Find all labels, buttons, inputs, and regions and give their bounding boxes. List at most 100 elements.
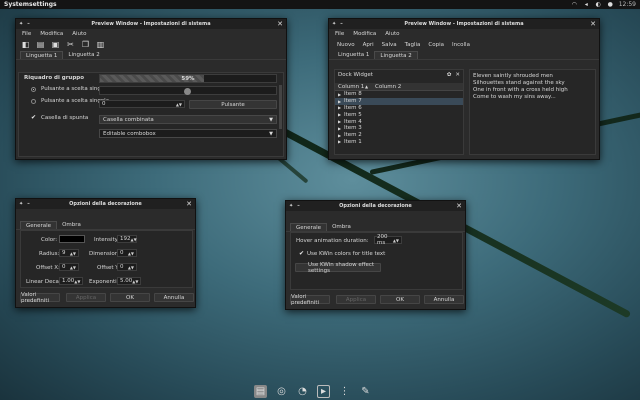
menu-edit[interactable]: Modifica — [353, 31, 376, 37]
combo-box[interactable]: Casella combinata ▼ — [99, 115, 277, 124]
close-icon[interactable]: ✕ — [172, 200, 192, 208]
copy-button[interactable]: Copia — [425, 41, 447, 49]
hover-duration-spin[interactable]: 200 ms ▲▼ — [374, 234, 402, 246]
tree-item[interactable]: ▶ Item 2 — [335, 132, 463, 139]
tree-item[interactable]: ▶ Item 6 — [335, 105, 463, 112]
slider-handle[interactable] — [184, 88, 191, 95]
dimension-spin[interactable]: 0 ▲▼ — [117, 249, 137, 257]
apply-button[interactable]: Applica — [66, 293, 106, 302]
window-menu-icon[interactable]: ✦ — [289, 203, 293, 209]
radio-button-1[interactable] — [31, 87, 36, 92]
pulsante-button[interactable]: Pulsante — [189, 100, 277, 109]
window-menu-icon[interactable]: ✦ — [19, 201, 23, 207]
kwin-shadow-toggle[interactable]: Use KWin shadow effect settings — [295, 262, 381, 274]
app-title[interactable]: Systemsettings — [4, 1, 57, 8]
wifi-icon[interactable]: ◠ — [571, 1, 578, 8]
spin-arrows-icon[interactable]: ▲▼ — [128, 265, 134, 269]
clock[interactable]: 12:59 — [619, 1, 636, 8]
tab-ombra[interactable]: Ombra — [57, 221, 86, 229]
menu-file[interactable]: File — [335, 31, 344, 37]
menu-help[interactable]: Aiuto — [72, 31, 86, 37]
window-menu-icon[interactable]: ✦ — [19, 21, 23, 27]
ok-button[interactable]: OK — [110, 293, 150, 302]
speaker-icon[interactable]: ◂ — [583, 1, 590, 8]
tree-item[interactable]: ▶ Item 1 — [335, 139, 463, 146]
cancel-button[interactable]: Annulla — [424, 295, 464, 304]
minimize-icon[interactable]: – — [27, 21, 30, 27]
minimize-icon[interactable]: – — [297, 203, 300, 209]
linear-decay-spin[interactable]: 1.00 ▲▼ — [59, 277, 83, 285]
checkbox-icon[interactable]: ✔ — [299, 251, 304, 257]
tree-item[interactable]: ▶ Item 8 — [335, 91, 463, 98]
new-button[interactable]: Nuovo — [334, 41, 358, 49]
spin-arrows-icon[interactable]: ▲▼ — [393, 238, 399, 242]
scrollbar[interactable] — [279, 85, 282, 129]
spin-arrows-icon[interactable]: ▲▼ — [70, 251, 76, 255]
ok-button[interactable]: OK — [380, 295, 420, 304]
intensity-spin[interactable]: 192 ▲▼ — [117, 235, 137, 243]
user-icon[interactable]: ● — [607, 1, 614, 8]
tree-item[interactable]: ▶ Item 5 — [335, 111, 463, 118]
new-document-icon[interactable]: ◧ — [21, 40, 30, 49]
checkbox-icon[interactable]: ✔ — [31, 115, 36, 121]
tab-generale[interactable]: Generale — [290, 223, 328, 231]
titlebar[interactable]: ✦ – Opzioni della decorazione ✕ — [16, 199, 195, 209]
tab-ombra[interactable]: Ombra — [327, 223, 356, 231]
tab-linguetta-2[interactable]: Linguetta 2 — [374, 51, 418, 59]
paste-button[interactable]: Incolla — [449, 41, 473, 49]
menu-edit[interactable]: Modifica — [40, 31, 63, 37]
defaults-button[interactable]: Valori predefiniti — [290, 294, 330, 306]
cancel-button[interactable]: Annulla — [154, 293, 194, 302]
close-icon[interactable]: ✕ — [455, 72, 460, 78]
spin-arrows-icon[interactable]: ▲▼ — [128, 251, 134, 255]
column-1-header[interactable]: Column 1 — [335, 84, 365, 90]
offset-x-spin[interactable]: 0 ▲▼ — [59, 263, 79, 271]
tab-linguetta-1[interactable]: Linguetta 1 — [20, 51, 64, 59]
paste-icon[interactable]: ▥ — [96, 40, 105, 49]
tree-item[interactable]: ▶ Item 3 — [335, 125, 463, 132]
menu-file[interactable]: File — [22, 31, 31, 37]
terminal-icon[interactable]: ▸ — [317, 384, 330, 398]
spin-arrows-icon[interactable]: ▲▼ — [74, 279, 80, 283]
float-icon[interactable]: ✿ — [447, 72, 452, 78]
column-2-header[interactable]: Column 2 — [375, 84, 401, 90]
cut-icon[interactable]: ✂ — [66, 40, 75, 49]
titlebar[interactable]: ✦ – Preview Window - Impostazioni di sist… — [16, 19, 286, 29]
titlebar[interactable]: ✦ – Opzioni della decorazione ✕ — [286, 201, 465, 211]
tab-linguetta-1[interactable]: Linguetta 1 — [333, 51, 374, 59]
copy-icon[interactable]: ❐ — [81, 40, 90, 49]
close-icon[interactable]: ✕ — [442, 202, 462, 210]
text-edit[interactable]: Eleven saintly shrouded men Silhouettes … — [469, 69, 596, 155]
close-icon[interactable]: ✕ — [263, 20, 283, 28]
minimize-icon[interactable]: – — [27, 201, 30, 207]
spin-box[interactable]: 0 ▲▼ — [99, 100, 185, 108]
files-icon[interactable]: ▤ — [254, 384, 267, 398]
save-icon[interactable]: ▣ — [51, 40, 60, 49]
tab-linguetta-2[interactable]: Linguetta 2 — [63, 51, 104, 59]
offset-y-spin[interactable]: 0 ▲▼ — [117, 263, 137, 271]
menu-help[interactable]: Aiuto — [385, 31, 399, 37]
radius-spin[interactable]: 9 ▲▼ — [59, 249, 79, 257]
power-icon[interactable]: ◐ — [595, 1, 602, 8]
spin-arrows-icon[interactable]: ▲▼ — [176, 102, 182, 106]
spin-arrows-icon[interactable]: ▲▼ — [70, 265, 76, 269]
apply-button[interactable]: Applica — [336, 295, 376, 304]
exponential-spin[interactable]: 5.00 ▲▼ — [117, 277, 141, 285]
editable-combobox[interactable]: Editable combobox ▼ — [99, 129, 277, 138]
pen-tool-icon[interactable]: ✎ — [359, 385, 372, 398]
browser-icon[interactable]: ◎ — [275, 385, 288, 398]
open-button[interactable]: Apri — [360, 41, 377, 49]
tree-item[interactable]: ▶ Item 4 — [335, 118, 463, 125]
color-swatch[interactable] — [59, 235, 85, 243]
window-menu-icon[interactable]: ✦ — [332, 21, 336, 27]
tree-item[interactable]: ▶ Item 7 — [335, 97, 463, 105]
titlebar[interactable]: ✦ – Preview Window - Impostazioni di sist… — [329, 19, 599, 29]
settings-icon[interactable]: ◔ — [296, 385, 309, 398]
cut-button[interactable]: Taglia — [402, 41, 424, 49]
save-button[interactable]: Salva — [379, 41, 400, 49]
defaults-button[interactable]: Valori predefiniti — [20, 292, 60, 304]
radio-button-2[interactable] — [31, 99, 36, 104]
open-folder-icon[interactable]: ▤ — [36, 40, 45, 49]
spin-arrows-icon[interactable]: ▲▼ — [131, 237, 137, 241]
minimize-icon[interactable]: – — [340, 21, 343, 27]
